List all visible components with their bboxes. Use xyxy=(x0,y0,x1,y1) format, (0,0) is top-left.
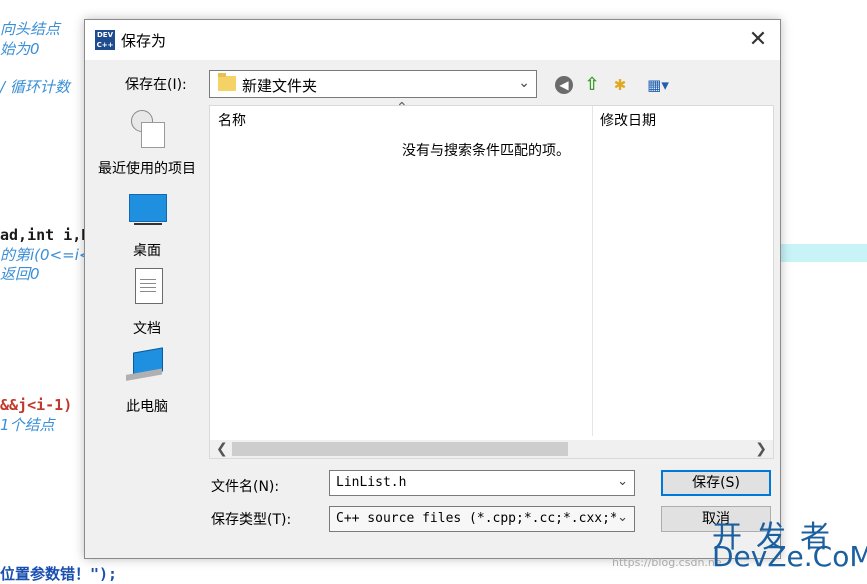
title-bar[interactable]: DEV C++ 保存为 ✕ xyxy=(85,20,780,60)
close-icon[interactable]: ✕ xyxy=(736,20,780,60)
save-as-dialog: DEV C++ 保存为 ✕ 保存在(I): 新建文件夹 ⌄ ◀ ⇧ ✱ ▦▾ 最… xyxy=(84,19,781,559)
place-this-pc[interactable]: 此电脑 xyxy=(85,346,209,416)
documents-icon xyxy=(135,268,163,304)
back-icon[interactable]: ◀ xyxy=(555,76,573,94)
filename-field[interactable]: LinList.h ⌄ xyxy=(329,470,635,496)
location-dropdown[interactable]: 新建文件夹 ⌄ xyxy=(209,70,537,98)
save-in-label: 保存在(I): xyxy=(125,77,187,93)
column-divider[interactable] xyxy=(592,106,593,436)
desktop-icon xyxy=(129,194,167,225)
code-line: ad,int i,D xyxy=(0,226,91,244)
place-label: 此电脑 xyxy=(126,399,168,415)
save-button[interactable]: 保存(S) xyxy=(661,470,771,496)
up-folder-icon[interactable]: ⇧ xyxy=(581,74,603,96)
place-label: 桌面 xyxy=(133,243,161,259)
sort-ascending-icon: ⌃ xyxy=(396,100,408,116)
dev-cpp-app-icon: DEV C++ xyxy=(95,30,115,50)
empty-list-message: 没有与搜索条件匹配的项。 xyxy=(402,143,570,159)
this-pc-icon xyxy=(133,347,163,377)
recent-items-icon xyxy=(129,108,165,148)
chevron-down-icon: ⌄ xyxy=(617,510,628,525)
chevron-down-icon[interactable]: ⌄ xyxy=(617,474,628,489)
column-header-date[interactable]: 修改日期 xyxy=(600,106,656,134)
horizontal-scrollbar[interactable]: ❮ ❯ xyxy=(210,440,773,458)
views-menu-icon[interactable]: ▦▾ xyxy=(641,74,675,96)
dialog-title: 保存为 xyxy=(121,32,167,50)
code-line: &&j<i-1) xyxy=(0,396,73,414)
file-list[interactable]: ⌃ 名称 修改日期 没有与搜索条件匹配的项。 ❮ ❯ xyxy=(209,100,774,459)
filetype-value: C++ source files (*.cpp;*.cc;*.cxx;*. xyxy=(336,511,616,526)
code-line: 向头结点 xyxy=(0,20,61,38)
code-line: 位置参数错！"); xyxy=(0,565,118,583)
place-recent-items[interactable]: 最近使用的项目 xyxy=(85,108,209,178)
code-line: 返回0 xyxy=(0,265,40,283)
chevron-down-icon: ⌄ xyxy=(518,75,530,91)
scroll-left-icon[interactable]: ❮ xyxy=(216,440,228,458)
column-header-name[interactable]: 名称 xyxy=(218,106,246,134)
places-bar: 最近使用的项目 桌面 文档 此电脑 xyxy=(85,100,209,460)
code-line: / 循环计数 xyxy=(0,78,70,96)
place-documents[interactable]: 文档 xyxy=(85,268,209,338)
filetype-select[interactable]: C++ source files (*.cpp;*.cc;*.cxx;*. ⌄ xyxy=(329,506,635,532)
place-desktop[interactable]: 桌面 xyxy=(85,190,209,260)
watermark-url: https://blog.csdn.ne xyxy=(612,556,722,569)
watermark-logo-en: DevZe.CoM xyxy=(712,540,867,573)
filename-label: 文件名(N): xyxy=(211,479,280,495)
code-line: 1个结点 xyxy=(0,416,55,434)
folder-icon xyxy=(218,73,236,91)
scrollbar-thumb[interactable] xyxy=(232,442,568,456)
line-highlight xyxy=(780,244,867,262)
code-line: 的第i(0<=i< xyxy=(0,246,92,264)
location-value: 新建文件夹 xyxy=(242,77,318,95)
code-line: 始为0 xyxy=(0,40,40,58)
scroll-right-icon[interactable]: ❯ xyxy=(755,440,767,458)
filename-value: LinList.h xyxy=(336,475,407,490)
place-label: 文档 xyxy=(133,321,161,337)
place-label: 最近使用的项目 xyxy=(98,161,196,177)
filetype-label: 保存类型(T): xyxy=(211,512,292,528)
new-folder-icon[interactable]: ✱ xyxy=(609,74,631,96)
